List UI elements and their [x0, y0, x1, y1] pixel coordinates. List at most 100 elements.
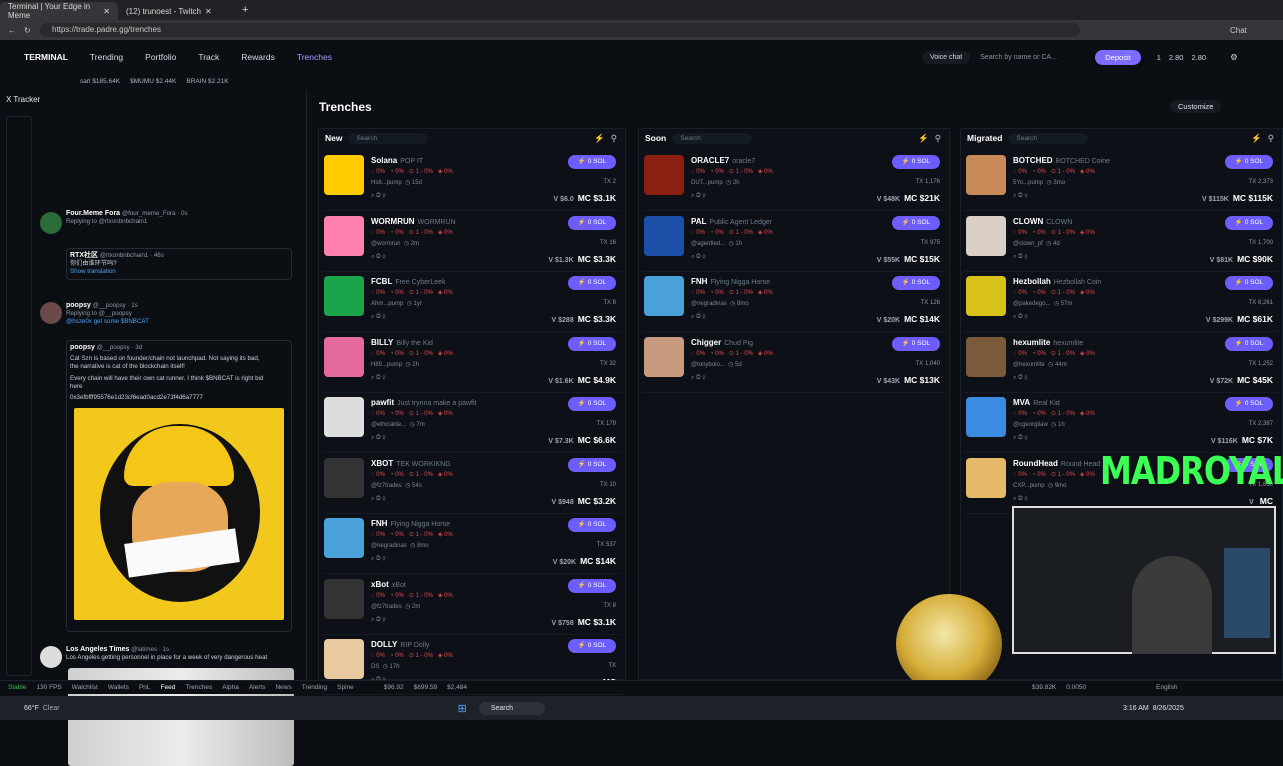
- globe-icon[interactable]: ◎: [696, 375, 701, 381]
- buy-sol-button[interactable]: ⚡ 0 SOL: [568, 155, 616, 169]
- close-icon[interactable]: ✕: [103, 7, 110, 16]
- token-address[interactable]: @hexumlite: [1013, 362, 1045, 368]
- language-selector[interactable]: English: [1156, 684, 1177, 691]
- token-address[interactable]: @fz7trades: [371, 604, 402, 610]
- token-address[interactable]: @cgeorgilaw: [1013, 422, 1048, 428]
- search-icon[interactable]: ⚲: [1024, 193, 1027, 199]
- search-icon[interactable]: ⚲: [1024, 375, 1027, 381]
- contract-address[interactable]: 0x3efbfff95576e1d23cf6ead0acd2e73f4d6a77…: [70, 394, 288, 402]
- new-tab-button[interactable]: +: [242, 4, 248, 16]
- show-translation-link[interactable]: Show translation: [70, 268, 288, 276]
- search-icon[interactable]: ⚲: [382, 556, 385, 562]
- globe-icon[interactable]: ◎: [1018, 375, 1023, 381]
- bottom-link[interactable]: News: [275, 684, 291, 691]
- token-image[interactable]: [324, 518, 364, 558]
- token-image[interactable]: [644, 336, 684, 377]
- link-icon[interactable]: ⌕: [371, 375, 374, 381]
- browser-tab-terminal[interactable]: Terminal | Your Edge in Meme ✕: [0, 2, 118, 20]
- search-icon[interactable]: ⚲: [1024, 314, 1027, 320]
- token-image[interactable]: [644, 215, 684, 256]
- url-field[interactable]: https://trade.padre.gg/trenches: [40, 23, 1080, 37]
- search-icon[interactable]: ⚲: [382, 617, 385, 623]
- token-address[interactable]: 5Yo...pump: [1013, 180, 1043, 186]
- token-address[interactable]: @ethicalde...: [371, 422, 406, 428]
- token-address[interactable]: @pakedego...: [1013, 301, 1050, 307]
- tweet-image[interactable]: [74, 408, 284, 620]
- token-address[interactable]: @tonybolo...: [691, 362, 725, 368]
- link-icon[interactable]: ⌕: [371, 617, 374, 623]
- ticker-item[interactable]: BRAIN $2.21K: [186, 78, 228, 85]
- buy-sol-button[interactable]: ⚡ 0 SOL: [568, 578, 616, 593]
- token-image[interactable]: [966, 276, 1006, 316]
- token-card[interactable]: MVA Real Kid ◌ 0% ◔ 0% ⊙ 1 - 0% ◈ 0% @cgeor…: [964, 393, 1279, 453]
- token-image[interactable]: [966, 215, 1006, 256]
- search-icon[interactable]: ⚲: [382, 496, 385, 502]
- globe-icon[interactable]: ◎: [376, 375, 381, 381]
- token-card[interactable]: XBOT TEK WORKIKNG ◌ 0% ◔ 0% ⊙ 1 - 0% ◈ 0% @…: [322, 454, 622, 514]
- tweet[interactable]: Los Angeles Times @latimes · 1s Los Ange…: [66, 646, 324, 662]
- tweet[interactable]: Four.Meme Fora @four_meme_Fora · 0s Repl…: [66, 210, 324, 226]
- close-icon[interactable]: ✕: [205, 7, 212, 16]
- buy-sol-button[interactable]: ⚡ 0 SOL: [892, 276, 940, 290]
- reload-icon[interactable]: ↻: [24, 26, 31, 35]
- buy-sol-button[interactable]: ⚡ 0 SOL: [1225, 336, 1273, 351]
- search-icon[interactable]: ⚲: [382, 314, 385, 320]
- token-address[interactable]: @negradinas: [371, 543, 407, 549]
- gear-icon[interactable]: ⚙: [1230, 52, 1238, 63]
- search-icon[interactable]: ⚲: [1024, 254, 1027, 260]
- link-icon[interactable]: ⌕: [1013, 254, 1016, 260]
- buy-sol-button[interactable]: ⚡ 0 SOL: [892, 336, 940, 351]
- token-card[interactable]: FNH Flying Nigga Horse ◌ 0% ◔ 0% ⊙ 1 - 0% …: [642, 272, 946, 332]
- search-icon[interactable]: ⚲: [382, 254, 385, 260]
- token-card[interactable]: Hezbollah Hezbollah Coin ◌ 0% ◔ 0% ⊙ 1 - 0…: [964, 272, 1279, 332]
- token-card[interactable]: ORACLE7 oracle7 ◌ 0% ◔ 0% ⊙ 1 - 0% ◈ 0% DUT…: [642, 151, 946, 211]
- token-card[interactable]: WORMRUN WORMRUN ◌ 0% ◔ 0% ⊙ 1 - 0% ◈ 0% @wo…: [322, 212, 622, 272]
- link-icon[interactable]: ⌕: [371, 556, 374, 562]
- search-icon[interactable]: ⚲: [702, 314, 705, 320]
- globe-icon[interactable]: ◎: [1018, 496, 1023, 502]
- token-address[interactable]: @agentled...: [691, 241, 725, 247]
- ticker-item[interactable]: $MUMU $2.44K: [130, 78, 176, 85]
- token-card[interactable]: hexumlite hexumlite ◌ 0% ◔ 0% ⊙ 1 - 0% ◈ 0…: [964, 333, 1279, 393]
- link-icon[interactable]: ⌕: [371, 314, 374, 320]
- globe-icon[interactable]: ◎: [376, 496, 381, 502]
- taskbar-search[interactable]: Search: [478, 701, 546, 715]
- lightning-icon[interactable]: ⚡: [1251, 133, 1262, 144]
- token-image[interactable]: [324, 578, 364, 619]
- token-card[interactable]: Solana POP IT ◌ 0% ◔ 0% ⊙ 1 - 0% ◈ 0% Hs6..…: [322, 151, 622, 211]
- buy-sol-button[interactable]: ⚡ 0 SOL: [1225, 276, 1273, 290]
- link-icon[interactable]: ⌕: [691, 314, 694, 320]
- link-icon[interactable]: ⌕: [691, 375, 694, 381]
- token-card[interactable]: BILLY Billy the Kid ◌ 0% ◔ 0% ⊙ 1 - 0% ◈ 0…: [322, 333, 622, 393]
- filter-icon[interactable]: ⚲: [611, 133, 617, 144]
- globe-icon[interactable]: ◎: [376, 556, 381, 562]
- token-image[interactable]: [966, 397, 1006, 437]
- buy-sol-button[interactable]: ⚡ 0 SOL: [568, 639, 616, 653]
- globe-icon[interactable]: ◎: [696, 254, 701, 260]
- globe-icon[interactable]: ◎: [376, 617, 381, 623]
- token-address[interactable]: H89...pump: [371, 362, 402, 368]
- search-icon[interactable]: ⚲: [1024, 435, 1027, 441]
- globe-icon[interactable]: ◎: [696, 314, 701, 320]
- nav-rewards[interactable]: Rewards: [241, 52, 275, 62]
- buy-sol-button[interactable]: ⚡ 0 SOL: [568, 215, 616, 230]
- chat-button[interactable]: Chat: [1230, 26, 1247, 35]
- browser-tab-twitch[interactable]: (12) trunoest - Twitch ✕: [118, 2, 236, 20]
- tweet[interactable]: poopsy @__poopsy · 1s Replying to @__poo…: [66, 302, 324, 326]
- link-icon[interactable]: ⌕: [691, 254, 694, 260]
- token-address[interactable]: Ahm...pump: [371, 301, 403, 307]
- token-card[interactable]: pawfit Just trynna make a pawfit ◌ 0% ◔ 0%…: [322, 393, 622, 453]
- globe-icon[interactable]: ◎: [376, 314, 381, 320]
- quoted-tweet[interactable]: poopsy @__poopsy · 3d Cat Szn is based o…: [66, 340, 292, 632]
- weather-temp[interactable]: 66°F: [24, 705, 39, 712]
- token-card[interactable]: BOTCHED BOTCHED Coine ◌ 0% ◔ 0% ⊙ 1 - 0% ◈…: [964, 151, 1279, 211]
- search-icon[interactable]: ⚲: [1024, 496, 1027, 502]
- globe-icon[interactable]: ◎: [696, 193, 701, 199]
- token-address[interactable]: @wormrun: [371, 241, 400, 247]
- quoted-tweet[interactable]: RTX社区 @rtxonbnbchain1 · 46s 你们由谁环节吗? Sho…: [66, 248, 292, 280]
- lightning-icon[interactable]: ⚡: [918, 133, 929, 144]
- search-icon[interactable]: ⚲: [382, 435, 385, 441]
- globe-icon[interactable]: ◎: [376, 435, 381, 441]
- link-icon[interactable]: ⌕: [371, 435, 374, 441]
- brand-logo[interactable]: TERMINAL: [24, 52, 68, 62]
